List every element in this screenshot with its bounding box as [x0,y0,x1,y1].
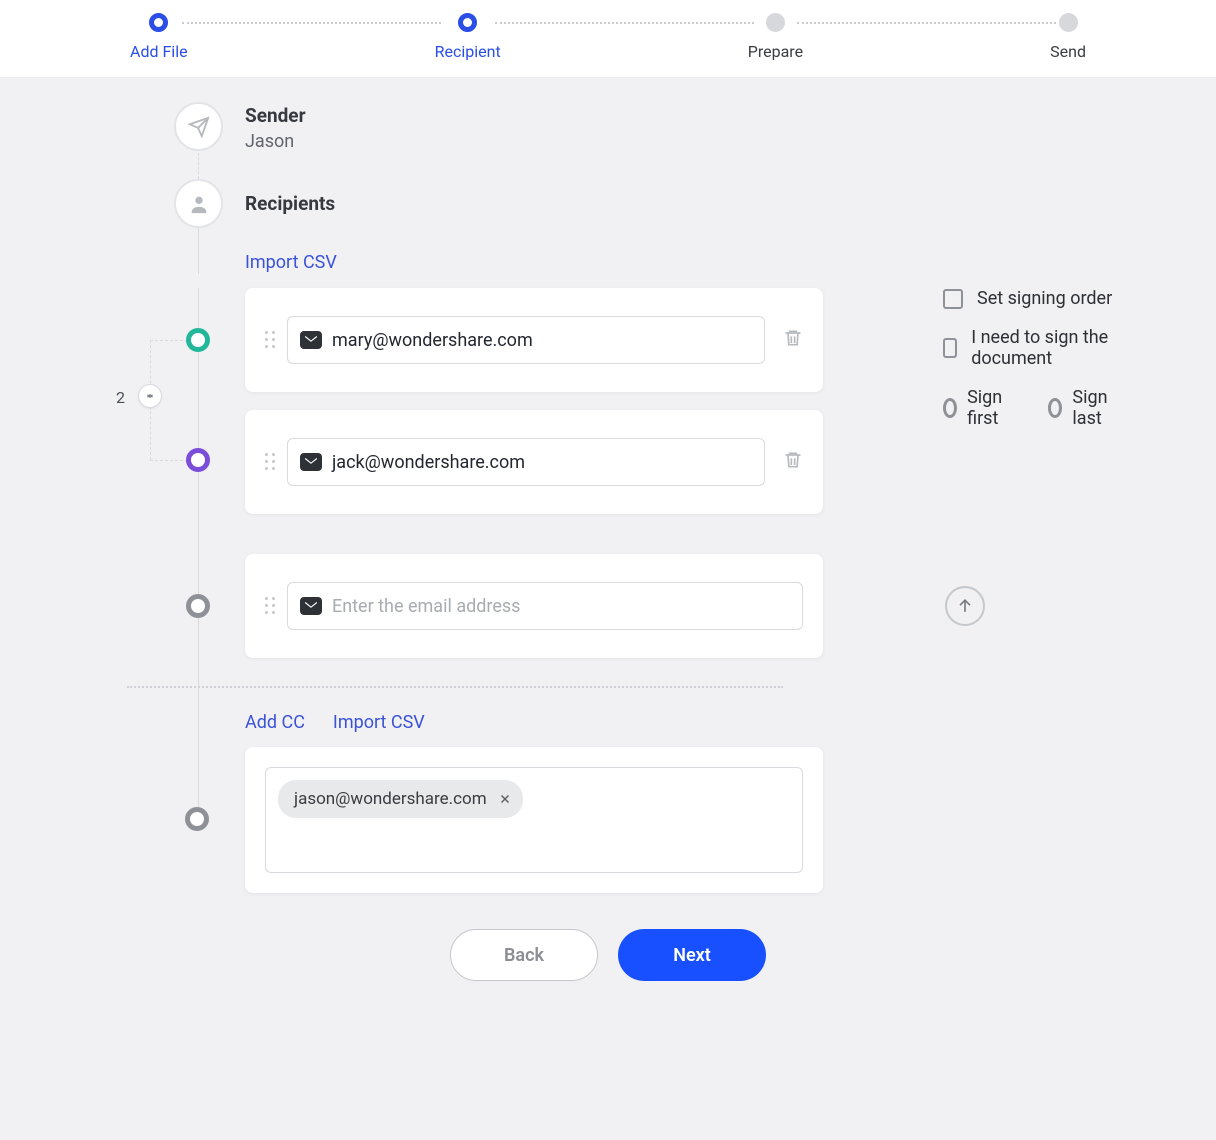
cc-input[interactable]: jason@wondershare.com [265,767,803,873]
step-prepare[interactable]: Prepare [748,13,803,61]
recipient-card: mary@wondershare.com [245,288,823,392]
recipient-email-value: mary@wondershare.com [332,330,533,351]
signing-options: Set signing order I need to sign the doc… [943,288,1113,429]
next-button[interactable]: Next [618,929,766,981]
step-connector [797,22,1056,24]
step-label: Recipient [435,42,501,61]
delete-recipient-button[interactable] [783,449,803,475]
step-label: Prepare [748,42,803,61]
step-dot-icon [149,13,168,32]
back-button[interactable]: Back [450,929,598,981]
recipient-node [186,328,210,352]
checkbox-label: Set signing order [977,288,1112,309]
step-dot-icon [766,13,785,32]
section-divider [127,686,783,688]
step-add-file[interactable]: Add File [130,13,188,61]
set-signing-order-checkbox[interactable]: Set signing order [943,288,1113,309]
upload-button[interactable] [945,586,985,626]
drag-handle-icon[interactable] [265,453,275,471]
step-label: Send [1050,42,1086,61]
delete-recipient-button[interactable] [783,327,803,353]
radio-icon [943,398,957,418]
radio-label: Sign first [967,387,1008,429]
sender-row: Sender Jason [128,102,1088,151]
cc-links: Add CC Import CSV [245,712,1088,733]
recipient-email-placeholder: Enter the email address [332,596,520,617]
recipient-card-empty: Enter the email address [245,554,823,658]
checkbox-label: I need to sign the document [971,327,1113,369]
envelope-icon [300,597,322,615]
stepper: Add File Recipient Prepare Send [0,0,1216,78]
recipient-node [186,594,210,618]
step-send[interactable]: Send [1050,13,1086,61]
recipient-email-input[interactable]: jack@wondershare.com [287,438,765,486]
cc-chip-label: jason@wondershare.com [294,789,487,809]
checkbox-icon [943,338,957,358]
recipient-email-input[interactable]: Enter the email address [287,582,803,630]
sender-name: Jason [245,131,1088,152]
recipient-node [186,448,210,472]
cc-card: jason@wondershare.com [245,747,823,893]
step-dot-icon [458,13,477,32]
import-csv-link[interactable]: Import CSV [245,252,337,273]
step-dot-icon [1059,13,1078,32]
radio-label: Sign last [1072,387,1113,429]
remove-cc-chip-button[interactable] [497,791,513,807]
step-connector [495,22,754,24]
sender-heading: Sender [245,102,1088,125]
need-to-sign-checkbox[interactable]: I need to sign the document [943,327,1113,369]
step-connector [182,22,441,24]
recipient-card: jack@wondershare.com [245,410,823,514]
step-recipient[interactable]: Recipient [435,13,501,61]
recipients-heading: Recipients [245,179,1088,215]
recipients-icon [174,179,223,228]
collapse-group-button[interactable] [138,384,162,408]
cc-node [185,807,209,831]
timeline-col [128,102,231,151]
sign-first-radio[interactable]: Sign first [943,387,1008,429]
radio-icon [1048,398,1062,418]
import-cc-csv-link[interactable]: Import CSV [333,712,425,733]
cc-chip: jason@wondershare.com [278,780,523,818]
drag-handle-icon[interactable] [265,597,275,615]
main-area: Sender Jason Recipients Import CSV [0,78,1216,1140]
drag-handle-icon[interactable] [265,331,275,349]
recipient-email-value: jack@wondershare.com [332,452,525,473]
sender-icon [174,102,223,151]
envelope-icon [300,453,322,471]
checkbox-icon [943,289,963,309]
step-label: Add File [130,42,188,61]
recipient-group-count: 2 [116,388,125,407]
content: Sender Jason Recipients Import CSV [128,102,1088,981]
envelope-icon [300,331,322,349]
recipients-row: Recipients [128,179,1088,228]
recipient-email-input[interactable]: mary@wondershare.com [287,316,765,364]
sign-last-radio[interactable]: Sign last [1048,387,1113,429]
footer-actions: Back Next [128,929,1088,981]
add-cc-link[interactable]: Add CC [245,712,305,733]
